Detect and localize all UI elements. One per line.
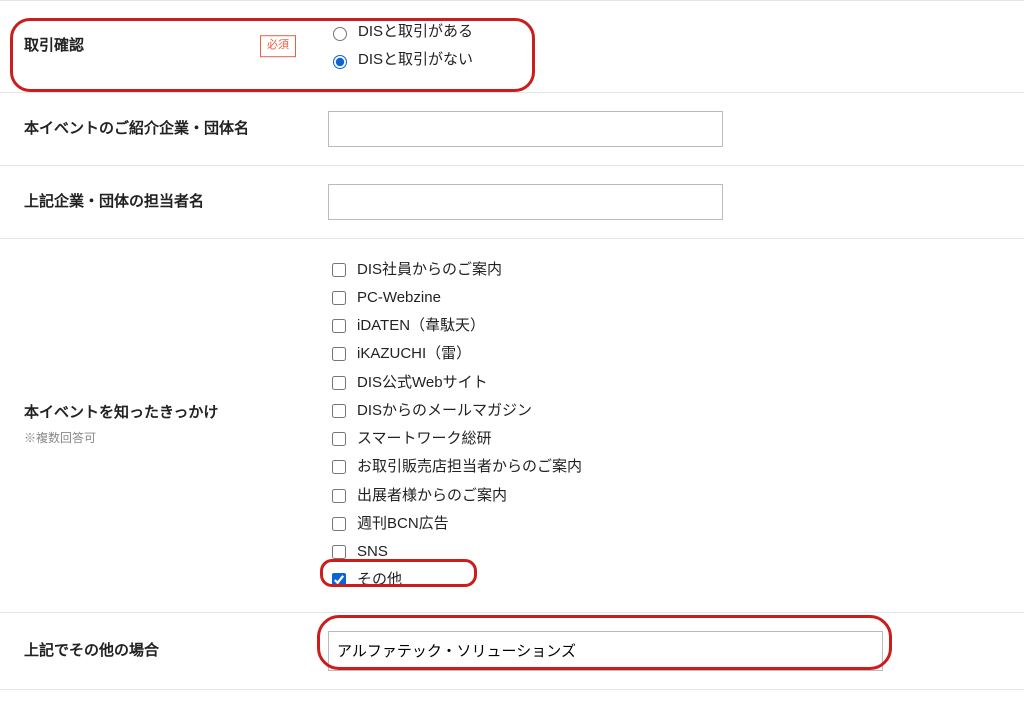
checkbox-input-8[interactable]: [332, 489, 346, 503]
referrer-person-input[interactable]: [328, 184, 723, 220]
label-text: 上記企業・団体の担当者名: [24, 193, 204, 210]
label-referrer-company: 本イベントのご紹介企業・団体名: [0, 92, 320, 165]
radio-option-1[interactable]: DISと取引がない: [328, 47, 1016, 73]
checkbox-option-10[interactable]: SNS: [328, 539, 1016, 565]
row-transaction: 取引確認 必須 DISと取引がある DISと取引がない: [0, 1, 1024, 93]
trigger-other-input[interactable]: [328, 631, 883, 671]
checkbox-input-7[interactable]: [332, 460, 346, 474]
checkbox-input-0[interactable]: [332, 263, 346, 277]
checkbox-input-2[interactable]: [332, 319, 346, 333]
checkbox-label-6: スマートワーク総研: [357, 426, 492, 452]
row-trigger: 本イベントを知ったきっかけ ※複数回答可 DIS社員からのご案内PC-Webzi…: [0, 238, 1024, 612]
row-referrer-person: 上記企業・団体の担当者名: [0, 165, 1024, 238]
checkbox-label-5: DISからのメールマガジン: [357, 398, 532, 424]
value-transaction: DISと取引がある DISと取引がない: [320, 1, 1024, 93]
radio-input-0[interactable]: [333, 27, 347, 41]
checkbox-input-9[interactable]: [332, 517, 346, 531]
checkbox-label-10: SNS: [357, 539, 388, 565]
checkbox-option-1[interactable]: PC-Webzine: [328, 285, 1016, 311]
checkbox-input-1[interactable]: [332, 291, 346, 305]
checkbox-input-11[interactable]: [332, 573, 346, 587]
checkbox-option-8[interactable]: 出展者様からのご案内: [328, 483, 1016, 509]
radio-label-0: DISと取引がある: [358, 19, 473, 45]
checkbox-label-1: PC-Webzine: [357, 285, 441, 311]
checkbox-option-0[interactable]: DIS社員からのご案内: [328, 257, 1016, 283]
checkbox-option-9[interactable]: 週刊BCN広告: [328, 511, 1016, 537]
checkbox-input-5[interactable]: [332, 404, 346, 418]
checkbox-option-11[interactable]: その他: [328, 567, 1016, 593]
radio-input-1[interactable]: [333, 55, 347, 69]
checkbox-option-2[interactable]: iDATEN（韋駄天）: [328, 313, 1016, 339]
checkbox-input-4[interactable]: [332, 376, 346, 390]
checkbox-option-7[interactable]: お取引販売店担当者からのご案内: [328, 454, 1016, 480]
label-text: 取引確認: [24, 37, 84, 54]
checkbox-label-11: その他: [357, 567, 402, 593]
checkbox-option-5[interactable]: DISからのメールマガジン: [328, 398, 1016, 424]
label-trigger-other: 上記でその他の場合: [0, 612, 320, 689]
checkbox-label-9: 週刊BCN広告: [357, 511, 449, 537]
row-trigger-other: 上記でその他の場合: [0, 612, 1024, 689]
checkbox-input-3[interactable]: [332, 347, 346, 361]
label-text: 本イベントのご紹介企業・団体名: [24, 120, 249, 137]
radio-label-1: DISと取引がない: [358, 47, 473, 73]
checkbox-input-6[interactable]: [332, 432, 346, 446]
label-text: 本イベントを知ったきっかけ: [24, 404, 218, 421]
checkbox-option-6[interactable]: スマートワーク総研: [328, 426, 1016, 452]
label-text: 上記でその他の場合: [24, 642, 159, 659]
label-trigger: 本イベントを知ったきっかけ ※複数回答可: [0, 238, 320, 612]
checkbox-label-2: iDATEN（韋駄天）: [357, 313, 485, 339]
value-referrer-company: [320, 92, 1024, 165]
label-transaction: 取引確認 必須: [0, 1, 320, 93]
value-referrer-person: [320, 165, 1024, 238]
checkbox-option-4[interactable]: DIS公式Webサイト: [328, 370, 1016, 396]
checkbox-label-8: 出展者様からのご案内: [357, 483, 507, 509]
checkbox-label-3: iKAZUCHI（雷）: [357, 341, 471, 367]
value-trigger: DIS社員からのご案内PC-WebzineiDATEN（韋駄天）iKAZUCHI…: [320, 238, 1024, 612]
label-referrer-person: 上記企業・団体の担当者名: [0, 165, 320, 238]
referrer-company-input[interactable]: [328, 111, 723, 147]
checkbox-label-4: DIS公式Webサイト: [357, 370, 488, 396]
checkbox-label-7: お取引販売店担当者からのご案内: [357, 454, 582, 480]
radio-option-0[interactable]: DISと取引がある: [328, 19, 1016, 45]
checkbox-label-0: DIS社員からのご案内: [357, 257, 502, 283]
checkbox-input-10[interactable]: [332, 545, 346, 559]
value-trigger-other: [320, 612, 1024, 689]
checkbox-option-3[interactable]: iKAZUCHI（雷）: [328, 341, 1016, 367]
row-referrer-company: 本イベントのご紹介企業・団体名: [0, 92, 1024, 165]
required-badge: 必須: [260, 35, 296, 57]
form-table: 取引確認 必須 DISと取引がある DISと取引がない: [0, 0, 1024, 690]
label-trigger-note: ※複数回答可: [24, 429, 296, 448]
